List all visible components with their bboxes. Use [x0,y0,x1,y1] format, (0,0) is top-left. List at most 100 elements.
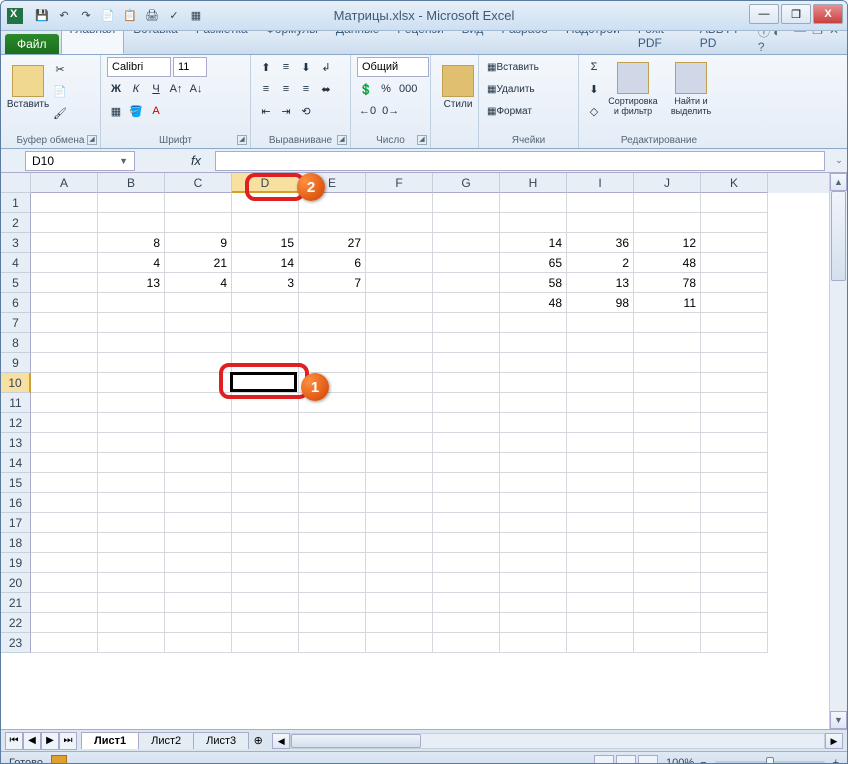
insert-function-button[interactable]: fx [183,151,209,171]
new-sheet-button[interactable]: ⊕ [248,734,268,747]
cell-B17[interactable] [98,513,165,533]
cell-F20[interactable] [366,573,433,593]
qat-button-1[interactable]: ↶ [55,7,73,25]
cell-C1[interactable] [165,193,232,213]
cell-J17[interactable] [634,513,701,533]
cell-H15[interactable] [500,473,567,493]
row-header-2[interactable]: 2 [1,213,31,233]
macro-record-icon[interactable] [51,755,67,764]
cell-J20[interactable] [634,573,701,593]
expand-formula-bar-icon[interactable]: ⌄ [831,155,847,166]
delete-cells-button[interactable]: ▦ Удалить [485,79,537,99]
cell-J16[interactable] [634,493,701,513]
number-format-select[interactable] [357,57,429,77]
cell-A22[interactable] [31,613,98,633]
currency-button[interactable]: 💲 [357,79,375,99]
cell-B19[interactable] [98,553,165,573]
cell-F2[interactable] [366,213,433,233]
cell-B1[interactable] [98,193,165,213]
cell-K6[interactable] [701,293,768,313]
cell-I21[interactable] [567,593,634,613]
cell-G10[interactable] [433,373,500,393]
cell-J15[interactable] [634,473,701,493]
cell-E9[interactable] [299,353,366,373]
zoom-level[interactable]: 100% [666,757,694,764]
sheet-tab-Лист3[interactable]: Лист3 [193,732,249,749]
format-painter-button[interactable]: 🖌 [51,103,69,123]
scroll-down-button[interactable]: ▼ [830,711,847,729]
cell-C17[interactable] [165,513,232,533]
cell-C6[interactable] [165,293,232,313]
cell-F13[interactable] [366,433,433,453]
cell-F19[interactable] [366,553,433,573]
row-header-14[interactable]: 14 [1,453,31,473]
cell-D3[interactable]: 15 [232,233,299,253]
vertical-scrollbar[interactable]: ▲ ▼ [829,173,847,729]
sheet-last-button[interactable]: ⏭ [59,732,77,750]
cell-B23[interactable] [98,633,165,653]
cell-D8[interactable] [232,333,299,353]
normal-view-button[interactable] [594,755,614,764]
col-header-I[interactable]: I [567,173,634,193]
cell-B18[interactable] [98,533,165,553]
cell-E8[interactable] [299,333,366,353]
cell-F6[interactable] [366,293,433,313]
dialog-launcher-icon[interactable]: ◢ [337,135,347,145]
cell-D16[interactable] [232,493,299,513]
hscroll-track[interactable] [290,733,825,749]
cell-K19[interactable] [701,553,768,573]
cell-J8[interactable] [634,333,701,353]
cell-K7[interactable] [701,313,768,333]
qat-button-4[interactable]: 📋 [121,7,139,25]
cell-E14[interactable] [299,453,366,473]
cell-I11[interactable] [567,393,634,413]
col-header-J[interactable]: J [634,173,701,193]
row-header-9[interactable]: 9 [1,353,31,373]
name-box[interactable]: D10▼ [25,151,135,171]
cell-A19[interactable] [31,553,98,573]
scroll-left-button[interactable]: ◀ [272,733,290,749]
cell-D4[interactable]: 14 [232,253,299,273]
row-header-3[interactable]: 3 [1,233,31,253]
cell-D19[interactable] [232,553,299,573]
close-button[interactable]: X [813,4,843,24]
autosum-button[interactable]: Σ [585,57,603,77]
cell-I22[interactable] [567,613,634,633]
cell-K13[interactable] [701,433,768,453]
row-header-6[interactable]: 6 [1,293,31,313]
cell-D6[interactable] [232,293,299,313]
cell-B10[interactable] [98,373,165,393]
cell-I18[interactable] [567,533,634,553]
cell-A6[interactable] [31,293,98,313]
cell-H7[interactable] [500,313,567,333]
row-header-17[interactable]: 17 [1,513,31,533]
col-header-B[interactable]: B [98,173,165,193]
cell-G15[interactable] [433,473,500,493]
cell-I12[interactable] [567,413,634,433]
cell-J9[interactable] [634,353,701,373]
row-header-16[interactable]: 16 [1,493,31,513]
cell-J12[interactable] [634,413,701,433]
cell-H16[interactable] [500,493,567,513]
cell-K21[interactable] [701,593,768,613]
cell-D17[interactable] [232,513,299,533]
cell-H19[interactable] [500,553,567,573]
cell-A16[interactable] [31,493,98,513]
cell-B13[interactable] [98,433,165,453]
row-header-11[interactable]: 11 [1,393,31,413]
cell-C13[interactable] [165,433,232,453]
cell-C11[interactable] [165,393,232,413]
cell-C7[interactable] [165,313,232,333]
sheet-next-button[interactable]: ▶ [41,732,59,750]
cell-K9[interactable] [701,353,768,373]
cell-C3[interactable]: 9 [165,233,232,253]
row-header-4[interactable]: 4 [1,253,31,273]
cell-A10[interactable] [31,373,98,393]
cells-area[interactable]: 8915271436124211466524813437581378489811 [31,193,768,653]
cell-G5[interactable] [433,273,500,293]
font-size-select[interactable] [173,57,207,77]
cell-C23[interactable] [165,633,232,653]
cell-I13[interactable] [567,433,634,453]
copy-button[interactable]: 📄 [51,81,69,101]
cell-A18[interactable] [31,533,98,553]
